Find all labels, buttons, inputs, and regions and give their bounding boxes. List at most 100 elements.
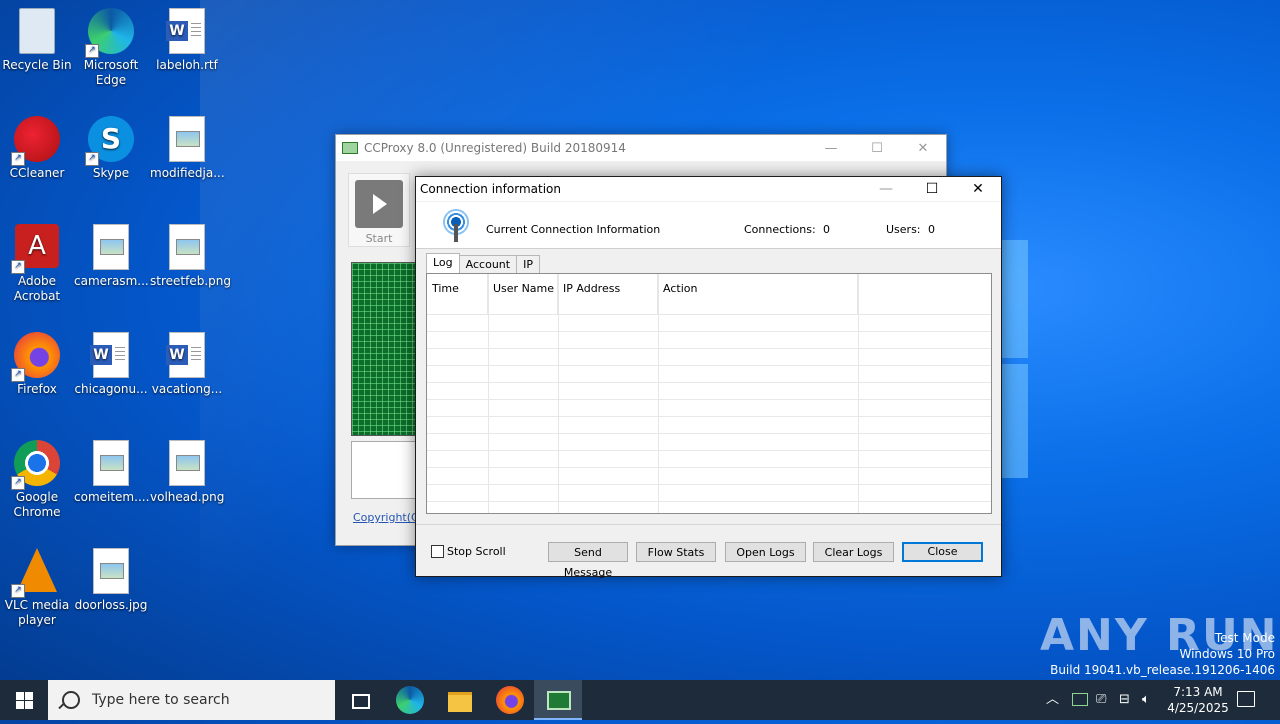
shortcut-arrow-icon: ↗ bbox=[11, 152, 25, 166]
desktop-icon-labeloh[interactable]: W labeloh.rtf bbox=[150, 8, 224, 73]
copyright-link[interactable]: Copyright(C) bbox=[353, 511, 423, 524]
dialog-title: Connection information bbox=[420, 182, 561, 196]
shortcut-arrow-icon: ↗ bbox=[11, 584, 25, 598]
dialog-header-panel: Current Connection Information Connectio… bbox=[416, 202, 1001, 249]
meet-now-icon[interactable]: ⎚ bbox=[1096, 680, 1106, 720]
play-icon bbox=[355, 180, 403, 228]
wallpaper-windows-logo bbox=[1000, 240, 1030, 480]
desktop-icon-label: VLC media player bbox=[4, 598, 70, 627]
traffic-graph bbox=[351, 262, 419, 436]
desktop-icon-label: modifiedja... bbox=[150, 166, 225, 180]
tab-ip[interactable]: IP bbox=[516, 255, 540, 273]
clear-logs-button[interactable]: Clear Logs bbox=[813, 542, 894, 562]
desktop-icon-label: vacationg... bbox=[151, 382, 223, 396]
desktop-icon-label: Recycle Bin bbox=[2, 58, 72, 72]
desktop-icon-comeitem[interactable]: comeitem.... bbox=[74, 440, 149, 505]
desktop-icon-skype[interactable]: S ↗ Skype bbox=[74, 116, 148, 181]
word-document-icon: W bbox=[90, 332, 129, 378]
tab-account[interactable]: Account bbox=[458, 255, 518, 273]
close-icon[interactable]: ✕ bbox=[955, 177, 1001, 201]
column-header-action[interactable]: Action bbox=[658, 274, 858, 314]
notifications-icon[interactable] bbox=[1237, 691, 1255, 707]
windows-edition-line: Windows 10 Pro bbox=[1179, 647, 1275, 661]
desktop-icon-label: Google Chrome bbox=[13, 490, 61, 519]
desktop-icon-acrobat[interactable]: A ↗ Adobe Acrobat bbox=[0, 224, 74, 304]
open-logs-button[interactable]: Open Logs bbox=[725, 542, 806, 562]
tab-log[interactable]: Log bbox=[426, 253, 460, 273]
desktop-icon-doorloss[interactable]: doorloss.jpg bbox=[74, 548, 148, 613]
desktop-icon-modifiedja[interactable]: modifiedja... bbox=[150, 116, 225, 181]
desktop-icon-chicagonu[interactable]: W chicagonu... bbox=[74, 332, 148, 397]
flow-stats-button[interactable]: Flow Stats bbox=[636, 542, 716, 562]
column-header-ip-address[interactable]: IP Address bbox=[558, 274, 658, 314]
desktop-icon-firefox[interactable]: ↗ Firefox bbox=[0, 332, 74, 397]
build-line: Build 19041.vb_release.191206-1406 bbox=[1050, 663, 1275, 677]
desktop-icon-volhead[interactable]: volhead.png bbox=[150, 440, 224, 505]
windows-start-button[interactable] bbox=[0, 680, 48, 720]
users-label: Users: bbox=[886, 223, 921, 236]
stop-scroll-label: Stop Scroll bbox=[447, 545, 506, 558]
main-window-titlebar[interactable]: CCProxy 8.0 (Unregistered) Build 2018091… bbox=[336, 135, 946, 161]
log-table[interactable]: Time User Name IP Address Action bbox=[426, 273, 992, 514]
start-button[interactable]: Start bbox=[348, 173, 410, 247]
test-mode-text: Test Mode Windows 10 Pro Build 19041.vb_… bbox=[1050, 630, 1275, 678]
firefox-taskbar-icon[interactable] bbox=[496, 686, 524, 714]
desktop-icon-label: Skype bbox=[92, 166, 130, 180]
column-header-time[interactable]: Time bbox=[427, 274, 488, 314]
log-table-header: Time User Name IP Address Action bbox=[427, 274, 991, 315]
network-icon[interactable]: ⊟ bbox=[1119, 680, 1130, 720]
main-window-title: CCProxy 8.0 (Unregistered) Build 2018091… bbox=[364, 141, 626, 155]
desktop-icon-ccleaner[interactable]: ↗ CCleaner bbox=[0, 116, 74, 181]
stop-scroll-checkbox[interactable]: Stop Scroll bbox=[431, 545, 506, 558]
ccproxy-tray-icon[interactable] bbox=[1072, 693, 1088, 706]
taskbar-search-box[interactable]: Type here to search bbox=[48, 680, 335, 720]
column-header-user-name[interactable]: User Name bbox=[488, 274, 558, 314]
image-file-icon bbox=[169, 224, 205, 270]
connections-label: Connections: bbox=[744, 223, 816, 236]
ccproxy-app-icon bbox=[342, 142, 358, 154]
ccproxy-taskbar-button[interactable] bbox=[534, 680, 582, 720]
desktop-icon-label: doorloss.jpg bbox=[74, 598, 148, 612]
maximize-icon[interactable]: ☐ bbox=[854, 141, 900, 156]
search-icon bbox=[62, 691, 80, 709]
minimize-icon[interactable]: — bbox=[863, 177, 909, 201]
checkbox-icon[interactable] bbox=[431, 545, 444, 558]
taskbar-clock[interactable]: 7:13 AM 4/25/2025 bbox=[1163, 680, 1233, 724]
minimize-icon[interactable]: — bbox=[808, 141, 854, 156]
tray-overflow-icon[interactable]: ︿ bbox=[1046, 680, 1059, 720]
desktop-icon-streetfeb[interactable]: streetfeb.png bbox=[150, 224, 231, 289]
send-message-button[interactable]: Send Message bbox=[548, 542, 628, 579]
image-file-icon bbox=[93, 440, 129, 486]
volume-icon[interactable]: 🔈︎ bbox=[1142, 680, 1150, 720]
desktop-icon-vacationg[interactable]: W vacationg... bbox=[150, 332, 224, 397]
maximize-icon[interactable]: ☐ bbox=[909, 177, 955, 201]
desktop-icon-label: CCleaner bbox=[9, 166, 65, 180]
shortcut-arrow-icon: ↗ bbox=[85, 152, 99, 166]
task-view-icon[interactable] bbox=[346, 686, 374, 714]
word-document-icon: W bbox=[166, 8, 205, 54]
desktop-icon-recycle-bin[interactable]: Recycle Bin bbox=[0, 8, 74, 73]
taskbar: Type here to search ︿ ⎚ ⊟ 🔈︎ 7:13 AM 4/2… bbox=[0, 680, 1280, 720]
desktop-icon-label: Adobe Acrobat bbox=[13, 274, 61, 303]
shortcut-arrow-icon: ↗ bbox=[85, 44, 99, 58]
start-label: Start bbox=[365, 232, 393, 245]
desktop-icon-edge[interactable]: ↗ Microsoft Edge bbox=[74, 8, 148, 88]
header-heading: Current Connection Information bbox=[486, 223, 661, 236]
desktop-icon-label: Microsoft Edge bbox=[83, 58, 139, 87]
desktop-icon-label: streetfeb.png bbox=[150, 274, 231, 288]
dialog-titlebar[interactable]: Connection information — ☐ ✕ bbox=[416, 177, 1001, 201]
connection-info-dialog[interactable]: Connection information — ☐ ✕ Current Con… bbox=[415, 176, 1002, 579]
close-icon[interactable]: ✕ bbox=[900, 141, 946, 156]
connections-value: 0 bbox=[823, 223, 830, 236]
close-button[interactable]: Close bbox=[902, 542, 983, 562]
test-mode-line: Test Mode bbox=[1214, 631, 1275, 645]
shortcut-arrow-icon: ↗ bbox=[11, 476, 25, 490]
file-explorer-icon[interactable] bbox=[446, 686, 474, 714]
desktop-icon-label: volhead.png bbox=[150, 490, 225, 504]
clock-date: 4/25/2025 bbox=[1167, 701, 1229, 715]
desktop-icon-camerasm[interactable]: camerasm... bbox=[74, 224, 149, 289]
image-file-icon bbox=[169, 440, 205, 486]
edge-taskbar-icon[interactable] bbox=[396, 686, 424, 714]
desktop-icon-vlc[interactable]: ↗ VLC media player bbox=[0, 548, 74, 628]
desktop-icon-chrome[interactable]: ↗ Google Chrome bbox=[0, 440, 74, 520]
